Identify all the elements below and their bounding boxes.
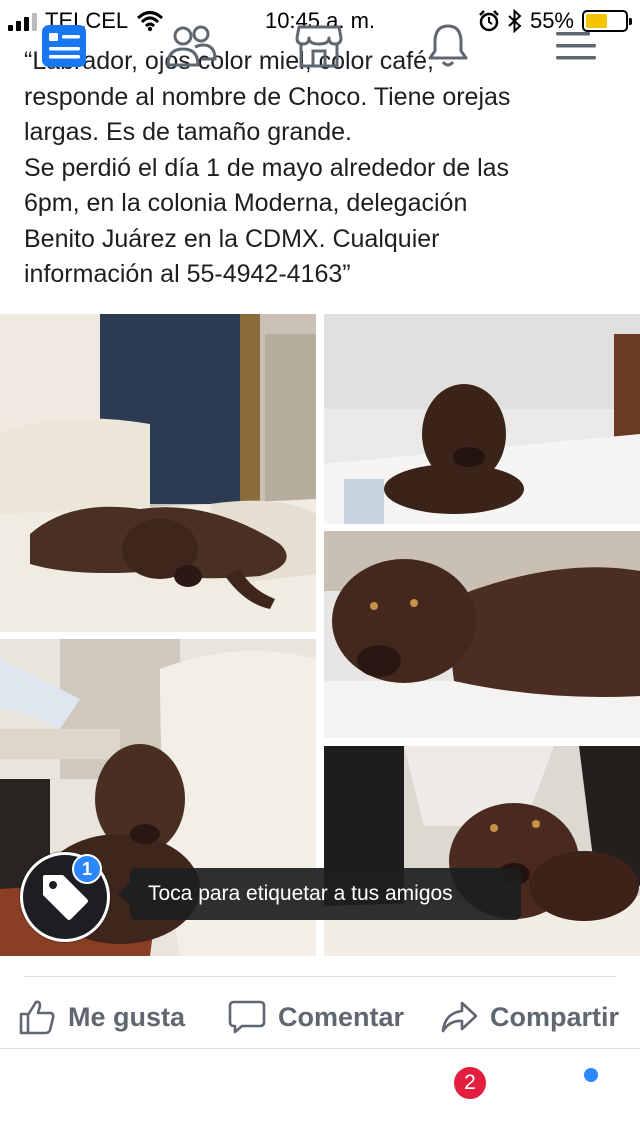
comment-label: Comentar bbox=[278, 1001, 405, 1032]
comment-button[interactable]: Comentar bbox=[228, 990, 404, 1044]
menu-indicator-dot bbox=[584, 1068, 598, 1082]
tab-notifications[interactable] bbox=[420, 18, 476, 74]
like-button[interactable]: Me gusta bbox=[18, 990, 185, 1044]
photo-2-image bbox=[324, 314, 640, 524]
like-label: Me gusta bbox=[68, 1001, 186, 1032]
thumbs-up-icon bbox=[19, 1000, 55, 1035]
photo-dog-on-rug[interactable] bbox=[324, 746, 640, 956]
facebook-post-screen: TELCEL 10:45 a. m. 55% “Labra bbox=[0, 0, 640, 1136]
photo-1-image bbox=[0, 314, 316, 632]
photo-dog-closeup[interactable] bbox=[324, 531, 640, 738]
friends-icon bbox=[166, 25, 217, 67]
tab-news-feed[interactable] bbox=[36, 18, 92, 74]
news-feed-icon bbox=[42, 25, 86, 67]
tab-menu[interactable] bbox=[548, 18, 604, 74]
tab-marketplace[interactable] bbox=[291, 18, 347, 74]
share-icon bbox=[441, 1001, 478, 1033]
photo-dog-sitting[interactable] bbox=[324, 314, 640, 524]
photo-3-image bbox=[324, 531, 640, 738]
tab-friends[interactable] bbox=[163, 18, 219, 74]
notifications-badge: 2 bbox=[452, 1065, 488, 1101]
tag-count-badge: 1 bbox=[72, 854, 102, 884]
marketplace-icon bbox=[295, 25, 343, 68]
comment-icon bbox=[228, 1000, 266, 1034]
bottom-tab-bar bbox=[0, 1048, 640, 1136]
menu-icon bbox=[556, 32, 596, 60]
share-label: Compartir bbox=[490, 1001, 620, 1032]
notifications-icon bbox=[428, 24, 468, 67]
post-text: “Labrador, ojos color miel, color café, … bbox=[24, 47, 511, 288]
bluetooth-icon bbox=[508, 9, 522, 33]
tag-tooltip[interactable]: Toca para etiquetar a tus amigos bbox=[118, 868, 521, 920]
alarm-icon bbox=[479, 10, 499, 32]
actions-divider-top bbox=[24, 976, 616, 977]
photo-dog-on-sofa[interactable] bbox=[0, 314, 316, 632]
photo-5-image bbox=[324, 746, 640, 956]
share-button[interactable]: Compartir bbox=[440, 990, 619, 1044]
post-actions: Me gusta Comentar Compartir bbox=[0, 990, 640, 1044]
